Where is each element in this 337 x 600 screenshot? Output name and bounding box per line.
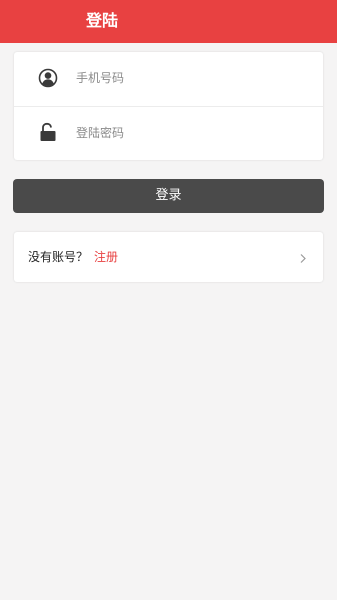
password-input[interactable] <box>76 119 306 147</box>
phone-input[interactable] <box>76 64 306 92</box>
register-row[interactable]: 没有账号？ 注册 <box>14 232 323 282</box>
page-title: 登陆 <box>86 11 119 30</box>
lock-icon <box>38 122 58 142</box>
password-field-row <box>14 106 323 161</box>
user-icon <box>38 68 58 88</box>
login-form <box>14 52 323 160</box>
register-link[interactable]: 注册 <box>94 249 118 265</box>
header-bar: 登陆 <box>0 0 337 43</box>
login-button[interactable]: 登录 <box>13 179 324 213</box>
phone-field-row <box>14 52 323 106</box>
chevron-right-icon <box>297 250 309 264</box>
no-account-text: 没有账号？ <box>28 250 89 264</box>
